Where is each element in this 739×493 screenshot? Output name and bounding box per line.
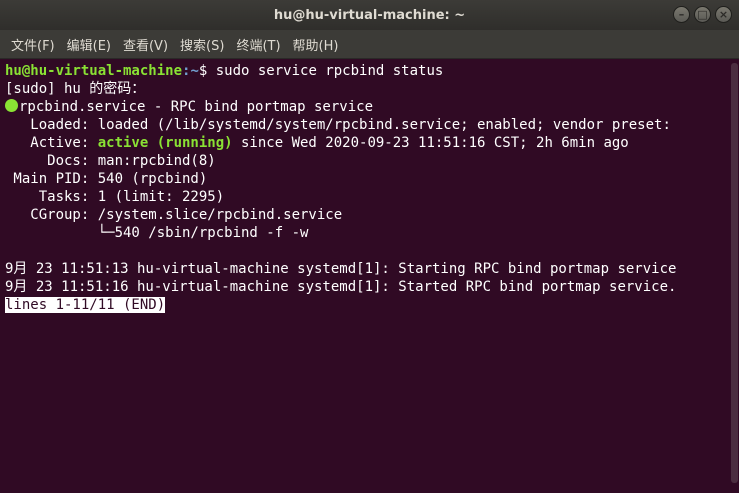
scrollbar-thumb[interactable] [731,63,738,483]
command-text: sudo service rpcbind status [215,63,444,79]
command-line: hu@hu-virtual-machine:~$ sudo service rp… [5,62,730,80]
docs-line: Docs: man:rpcbind(8) [5,153,216,169]
prompt-path: :~ [182,63,199,79]
window-title: hu@hu-virtual-machine: ~ [273,7,466,23]
main-pid-line: Main PID: 540 (rpcbind) [5,171,208,187]
loaded-line: Loaded: loaded (/lib/systemd/system/rpcb… [5,117,671,133]
log-line: 9月 23 11:51:16 hu-virtual-machine system… [5,279,677,295]
terminal-window: hu@hu-virtual-machine: ~ – □ × 文件(F) 编辑(… [0,0,739,493]
active-label: Active: [5,135,98,151]
close-button[interactable]: × [715,6,732,23]
log-line: 9月 23 11:51:13 hu-virtual-machine system… [5,261,677,277]
menu-file[interactable]: 文件(F) [5,35,61,54]
cgroup-line: CGroup: /system.slice/rpcbind.service [5,207,343,223]
status-dot-icon [5,99,18,112]
pager-status-line: lines 1-11/11 (END) [5,296,730,314]
cgroup-child-line: └─540 /sbin/rpcbind -f -w [5,225,309,241]
menu-edit[interactable]: 编辑(E) [61,35,117,54]
title-bar[interactable]: hu@hu-virtual-machine: ~ – □ × [0,0,739,30]
pager-status: lines 1-11/11 (END) [5,297,166,313]
service-name: rpcbind.service - RPC bind portmap servi… [19,99,374,115]
menu-search[interactable]: 搜索(S) [174,35,230,54]
active-line: Active: active (running) since Wed 2020-… [5,134,730,152]
prompt-user: hu@hu-virtual-machine [5,63,183,79]
service-header: rpcbind.service - RPC bind portmap servi… [5,98,730,116]
menu-bar: 文件(F) 编辑(E) 查看(V) 搜索(S) 终端(T) 帮助(H) [0,30,739,59]
menu-help[interactable]: 帮助(H) [287,35,345,54]
maximize-button[interactable]: □ [694,6,711,23]
active-rest: since Wed 2020-09-23 11:51:16 CST; 2h 6m… [232,135,629,151]
terminal-output[interactable]: hu@hu-virtual-machine:~$ sudo service rp… [0,59,730,493]
window-controls: – □ × [673,6,732,23]
tasks-line: Tasks: 1 (limit: 2295) [5,189,225,205]
minimize-button[interactable]: – [673,6,690,23]
menu-terminal[interactable]: 终端(T) [230,35,286,54]
active-state: active (running) [97,135,233,151]
menu-view[interactable]: 查看(V) [117,35,174,54]
sudo-password-prompt: [sudo] hu 的密码： [5,81,146,97]
terminal-scrollbar[interactable] [730,59,739,493]
prompt-symbol: $ [198,63,216,79]
